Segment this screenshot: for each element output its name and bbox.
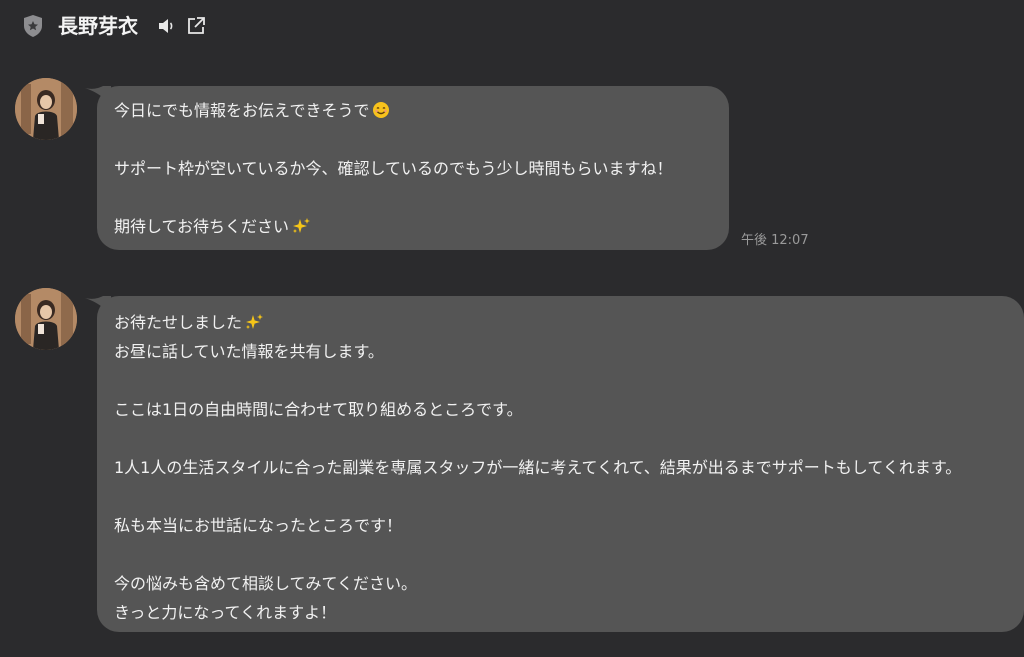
avatar[interactable] — [15, 288, 77, 350]
message-line: お待たせしました — [114, 308, 1008, 337]
message-line: 今の悩みも含めて相談してみてください。 — [114, 574, 418, 593]
message-bubble: 今日にでも情報をお伝えできそうで サポート枠が空いているか今、確認しているのでも… — [85, 86, 729, 250]
message-line: 1人1人の生活スタイルに合った副業を専属スタッフが一緒に考えてくれて、結果が出る… — [114, 458, 962, 477]
message-line: サポート枠が空いているか今、確認しているのでもう少し時間もらいますね！ — [114, 159, 673, 178]
message-line — [114, 183, 713, 212]
message-line: 今日にでも情報をお伝えできそうで — [114, 96, 713, 125]
message-line: きっと力になってくれますよ！ — [114, 603, 337, 622]
smiling-face-emoji-icon — [372, 102, 389, 118]
message-line — [114, 424, 1008, 453]
message-bubble: お待たせしました お昼に話していた情報を共有します。 ここは1日の自由時間に合わ… — [85, 296, 1024, 632]
speaker-icon[interactable] — [157, 17, 175, 35]
shield-icon — [24, 15, 42, 37]
message-line — [114, 366, 1008, 395]
contact-name: 長野芽衣 — [58, 14, 138, 38]
message-line: お昼に話していた情報を共有します。 — [114, 342, 384, 361]
message-line: 私も本当にお世話になったところです！ — [114, 516, 403, 535]
chat-header: 長野芽衣 — [0, 0, 1024, 56]
message-line — [114, 482, 1008, 511]
message-line: 期待してお待ちください — [114, 212, 713, 241]
message-line: ここは1日の自由時間に合わせて取り組めるところです。 — [114, 400, 523, 419]
message-line — [114, 540, 1008, 569]
message-line — [114, 125, 713, 154]
avatar[interactable] — [15, 78, 77, 140]
bubble-tail — [85, 296, 111, 316]
open-external-icon[interactable] — [186, 16, 206, 36]
message-timestamp: 午後 12:07 — [741, 233, 809, 248]
sparkles-emoji-icon — [246, 314, 264, 329]
bubble-tail — [85, 86, 111, 106]
sparkles-emoji-icon — [293, 218, 311, 233]
